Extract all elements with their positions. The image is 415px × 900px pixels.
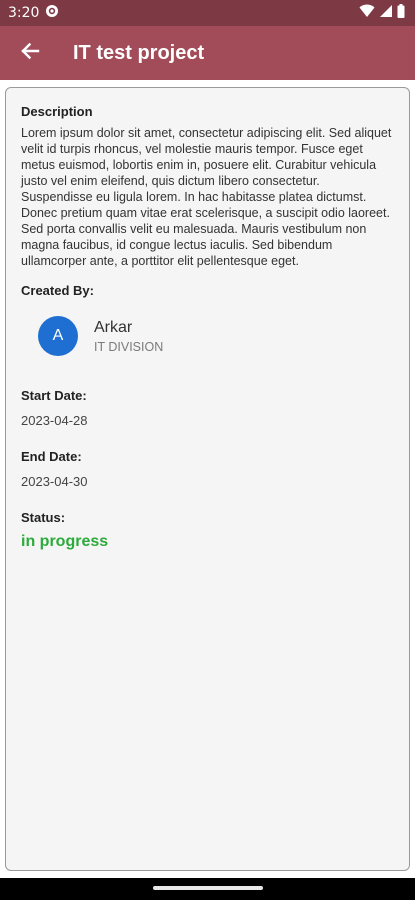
page-title: IT test project [73,41,205,64]
wifi-icon [359,4,375,22]
status-value: in progress [21,533,109,550]
signal-icon [379,4,393,22]
battery-icon [397,4,405,22]
project-details-card: Description Lorem ipsum dolor sit amet, … [5,87,410,871]
app-bar: IT test project [0,26,415,80]
avatar: A [38,316,78,356]
creator-name: Arkar [94,318,133,336]
status-label: Status: [21,510,66,525]
home-gesture-handle[interactable] [153,886,263,890]
status-time: 3:20 [8,5,40,21]
start-date-value: 2023-04-28 [21,413,88,428]
created-by-label: Created By: [21,283,94,298]
status-bar: 3:20 [0,0,415,26]
creator-card: A Arkar IT DIVISION [21,316,393,356]
start-date-label: Start Date: [21,388,87,403]
status-bar-right [359,4,405,22]
avatar-letter: A [52,327,64,344]
description-text: Lorem ipsum dolor sit amet, consectetur … [21,126,392,268]
creator-info: Arkar IT DIVISION [94,319,163,354]
end-date-value: 2023-04-30 [21,474,88,489]
arrow-back-icon [20,41,40,65]
system-navigation-bar [0,878,415,900]
status-bar-left: 3:20 [8,4,59,22]
creator-division: IT DIVISION [94,339,164,354]
description-label: Description [21,104,93,119]
back-button[interactable] [18,41,42,65]
settings-icon [45,4,59,22]
end-date-label: End Date: [21,449,82,464]
